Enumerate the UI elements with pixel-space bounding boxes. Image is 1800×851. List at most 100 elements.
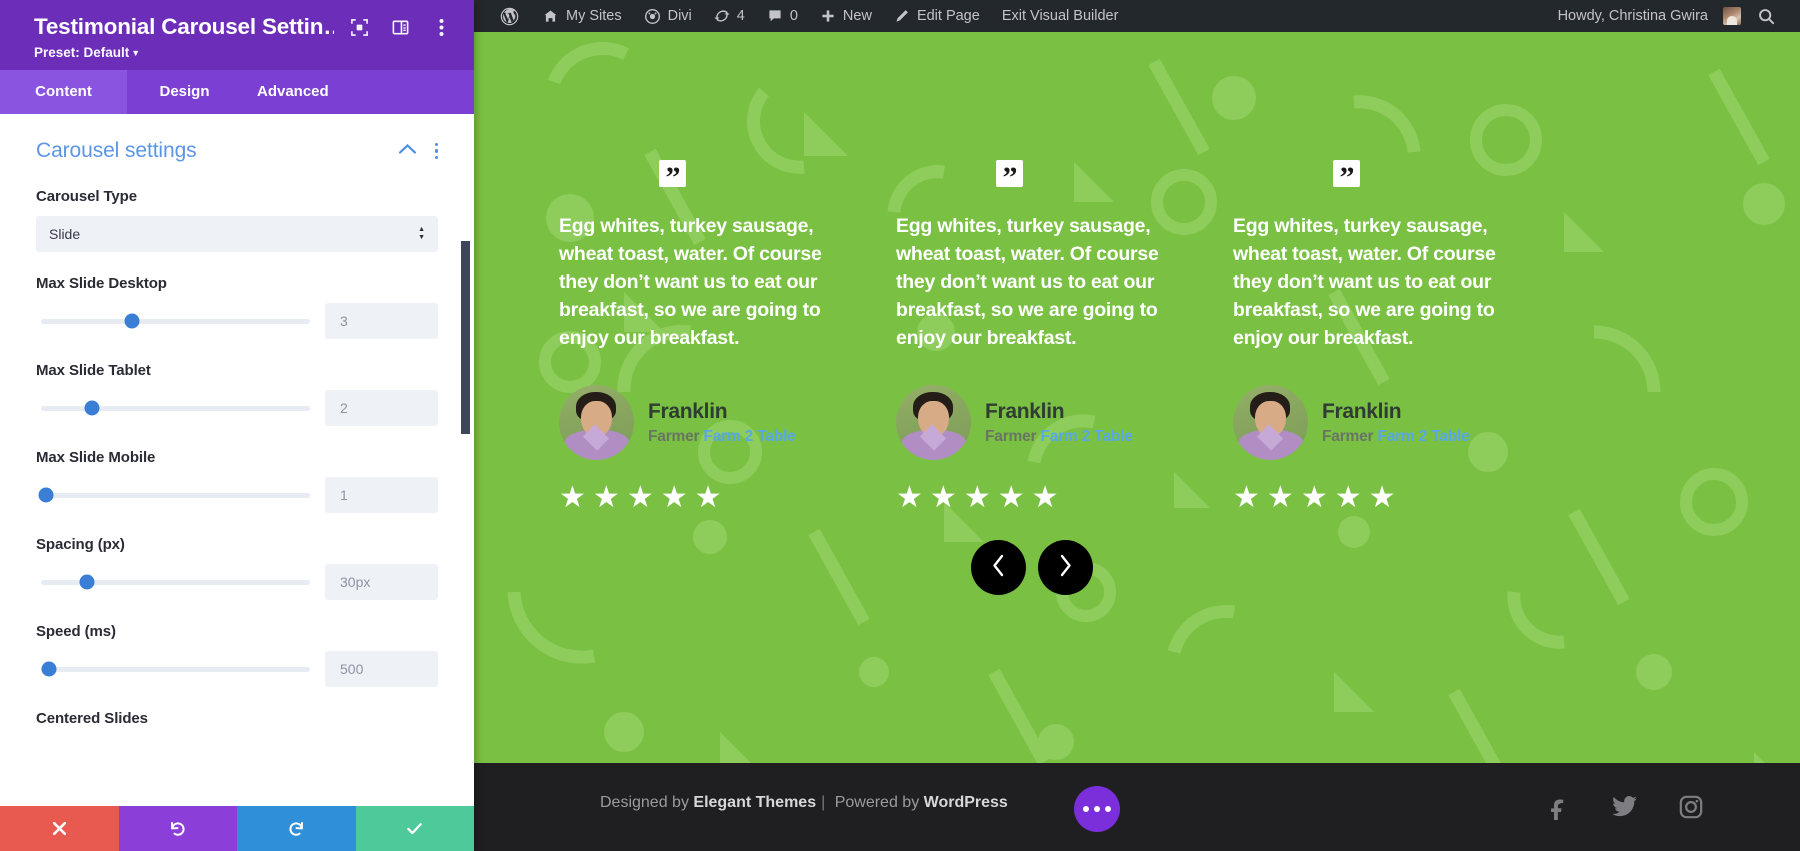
settings-panel-title: Testimonial Carousel Settin… [34, 14, 334, 39]
rating-stars: ★ ★ ★ ★ ★ [559, 483, 844, 513]
wordpress-admin-bar: My Sites Divi 4 0 New Edit Page Exit Vis… [474, 0, 1800, 32]
credit-brand-wordpress[interactable]: WordPress [924, 794, 1008, 811]
credit-separator: | [821, 794, 826, 811]
star-icon: ★ [694, 481, 722, 515]
slider-handle[interactable] [38, 487, 54, 503]
ellipsis-icon [1105, 806, 1111, 812]
save-button[interactable] [355, 806, 474, 851]
wordpress-logo-icon [499, 6, 520, 27]
sites-icon [542, 8, 559, 25]
star-icon: ★ [1368, 481, 1396, 515]
spacing-slider[interactable] [41, 574, 310, 590]
layout-panel-icon[interactable] [389, 16, 411, 38]
field-max-slide-mobile: Max Slide Mobile 1 [36, 449, 438, 513]
divi-icon [644, 8, 661, 25]
carousel-prev-button[interactable] [971, 540, 1026, 595]
settings-scrollbar[interactable] [461, 241, 470, 434]
preset-label: Preset: Default [34, 45, 130, 60]
comments-menu[interactable]: 0 [756, 0, 809, 32]
field-max-slide-tablet: Max Slide Tablet 2 [36, 362, 438, 426]
tab-advanced[interactable]: Advanced [242, 70, 474, 114]
exit-visual-builder-label: Exit Visual Builder [1001, 8, 1119, 24]
greeting-label: Howdy, Christina Gwira [1557, 8, 1708, 24]
field-label: Centered Slides [36, 710, 148, 727]
star-icon: ★ [896, 481, 923, 515]
slider-handle[interactable] [79, 574, 95, 590]
max-slide-tablet-value[interactable]: 2 [325, 390, 438, 426]
carousel-next-button[interactable] [1038, 540, 1093, 595]
author-avatar [559, 385, 634, 461]
max-slide-tablet-slider[interactable] [41, 400, 310, 416]
module-settings-panel: Testimonial Carousel Settin… Preset: Def… [0, 0, 474, 851]
star-icon: ★ [1031, 481, 1059, 515]
star-icon: ★ [626, 481, 654, 515]
credit-brand-elegant-themes[interactable]: Elegant Themes [693, 794, 816, 811]
author-name: Franklin [1322, 400, 1402, 424]
my-sites-label: My Sites [566, 8, 622, 24]
account-menu[interactable]: Howdy, Christina Gwira [1547, 0, 1741, 32]
more-options-icon[interactable] [430, 16, 452, 38]
spacing-value[interactable]: 30px [325, 564, 438, 600]
quote-icon: ” [1333, 160, 1360, 192]
author-company: Farm 2 Table [1040, 427, 1133, 445]
tab-design[interactable]: Design [127, 70, 242, 114]
rating-stars: ★ ★ ★ ★ ★ [896, 483, 1181, 513]
chevron-right-icon [1057, 553, 1074, 583]
my-sites-menu[interactable]: My Sites [531, 0, 633, 32]
exit-visual-builder-link[interactable]: Exit Visual Builder [991, 0, 1130, 32]
rating-stars: ★ ★ ★ ★ ★ [1233, 483, 1518, 513]
carousel-type-value: Slide [49, 226, 81, 242]
preset-selector[interactable]: Preset: Default ▼ [34, 45, 456, 60]
author-avatar [896, 385, 971, 461]
star-icon: ★ [1266, 481, 1294, 515]
max-slide-desktop-slider[interactable] [41, 313, 310, 329]
updates-menu[interactable]: 4 [703, 0, 756, 32]
slider-handle[interactable] [124, 313, 140, 329]
star-icon: ★ [963, 481, 991, 515]
field-label: Max Slide Mobile [36, 449, 156, 466]
testimonial-carousel: ” Egg whites, turkey sausage, wheat toas… [474, 160, 1800, 513]
facebook-icon[interactable] [1545, 794, 1571, 820]
author-position: Farmer [985, 427, 1037, 445]
testimonial-quote: Egg whites, turkey sausage, wheat toast,… [1233, 215, 1496, 349]
author-name: Franklin [648, 400, 728, 424]
redo-button[interactable] [237, 806, 356, 851]
author-company: Farm 2 Table [1377, 427, 1470, 445]
divi-builder-toggle-button[interactable] [1074, 786, 1120, 832]
speed-value[interactable]: 500 [325, 651, 438, 687]
new-content-menu[interactable]: New [809, 0, 883, 32]
max-slide-desktop-value[interactable]: 3 [325, 303, 438, 339]
twitter-icon[interactable] [1611, 793, 1638, 820]
wordpress-logo-menu[interactable] [488, 0, 531, 32]
edit-page-link[interactable]: Edit Page [883, 0, 991, 32]
avatar [1723, 7, 1741, 25]
max-slide-mobile-value[interactable]: 1 [325, 477, 438, 513]
slider-handle[interactable] [84, 400, 100, 416]
divi-menu[interactable]: Divi [633, 0, 703, 32]
speed-slider[interactable] [41, 661, 310, 677]
star-icon: ★ [929, 481, 957, 515]
more-options-icon[interactable] [434, 142, 438, 160]
chevron-up-icon[interactable] [398, 142, 417, 160]
tab-content[interactable]: Content [0, 70, 127, 114]
star-icon: ★ [660, 481, 688, 515]
undo-button[interactable] [118, 806, 237, 851]
carousel-navigation [971, 540, 1093, 595]
instagram-icon[interactable] [1678, 794, 1704, 820]
focus-icon[interactable] [348, 16, 370, 38]
search-icon[interactable] [1741, 7, 1786, 26]
comments-count: 0 [789, 8, 798, 24]
author-company: Farm 2 Table [703, 427, 796, 445]
testimonial-quote: Egg whites, turkey sausage, wheat toast,… [559, 215, 822, 349]
new-label: New [842, 8, 872, 24]
field-speed: Speed (ms) 500 [36, 623, 438, 687]
carousel-settings-section-header: Carousel settings [36, 139, 438, 163]
slider-handle[interactable] [41, 661, 57, 677]
cancel-button[interactable] [0, 806, 119, 851]
ellipsis-icon [1094, 806, 1100, 812]
carousel-type-select[interactable]: Slide ▲ ▼ [36, 216, 438, 252]
divi-label: Divi [667, 8, 692, 24]
credit-prefix: Designed by [600, 794, 694, 811]
max-slide-mobile-slider[interactable] [38, 487, 310, 503]
comment-icon [767, 8, 783, 24]
